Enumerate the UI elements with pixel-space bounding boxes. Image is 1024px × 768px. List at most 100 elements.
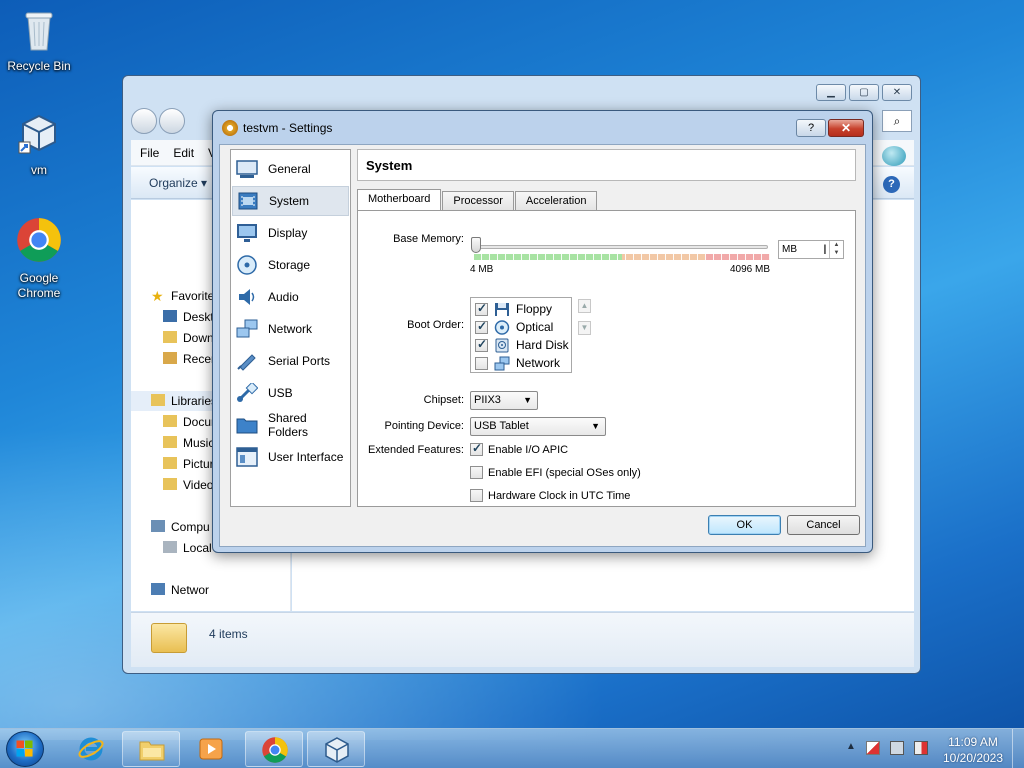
computer-icon <box>151 520 165 532</box>
videos-icon <box>163 478 177 490</box>
desktop-icon-chrome[interactable]: Google Chrome <box>1 216 77 301</box>
internet-explorer-icon <box>78 737 104 761</box>
chipset-select[interactable]: PIIX3 ▼ <box>470 391 538 410</box>
close-button[interactable]: ✕ <box>882 84 912 101</box>
taskbar-media-player[interactable] <box>182 731 240 767</box>
nav-documents[interactable]: Docur <box>163 412 215 432</box>
nav-local-disk[interactable]: Local <box>163 538 212 558</box>
category-display[interactable]: Display <box>232 218 349 248</box>
nav-computer[interactable]: Compu <box>151 517 210 537</box>
nav-network[interactable]: Networ <box>151 580 209 600</box>
boot-network-checkbox[interactable] <box>475 356 488 370</box>
chevron-down-icon: ▼ <box>591 421 600 431</box>
dialog-body: General System Display Storage Audio Net… <box>219 144 866 547</box>
globe-icon <box>882 146 906 166</box>
boot-item-floppy[interactable]: Floppy <box>475 300 552 318</box>
nav-label: Favorite <box>171 289 215 303</box>
menu-edit[interactable]: Edit <box>173 146 194 160</box>
boot-order-label: Boot Order: <box>407 319 464 331</box>
pointing-device-label: Pointing Device: <box>384 420 465 432</box>
system-icon <box>238 192 258 210</box>
desktop-icon-recycle-bin[interactable]: Recycle Bin <box>1 8 77 73</box>
efi-checkbox[interactable] <box>470 466 483 479</box>
base-memory-slider-handle[interactable] <box>471 237 481 253</box>
feature-io-apic[interactable]: Enable I/O APIC <box>470 441 568 456</box>
star-icon: ★ <box>151 288 164 304</box>
category-system[interactable]: System <box>232 186 349 216</box>
base-memory-input[interactable]: MB ▲ ▼ <box>778 240 844 259</box>
chevron-down-icon: ▼ <box>523 395 532 405</box>
extended-features-label: Extended Features: <box>367 444 464 456</box>
taskbar-internet-explorer[interactable] <box>62 731 120 767</box>
boot-item-optical[interactable]: Optical <box>475 318 553 336</box>
ok-button[interactable]: OK <box>708 515 781 535</box>
action-center-flag-icon[interactable] <box>866 741 880 755</box>
io-apic-checkbox[interactable] <box>470 441 483 456</box>
boot-hard-disk-checkbox[interactable] <box>475 337 488 352</box>
nav-music[interactable]: Music <box>163 433 214 453</box>
show-hidden-icons-icon[interactable]: ▲ <box>846 741 856 755</box>
boot-move-up-button[interactable]: ▲ <box>578 299 591 313</box>
chipset-label: Chipset: <box>423 394 464 406</box>
base-memory-slider[interactable] <box>472 245 768 249</box>
feature-efi[interactable]: Enable EFI (special OSes only) <box>470 466 641 479</box>
close-button[interactable]: ✕ <box>828 119 864 137</box>
help-icon[interactable]: ? <box>883 176 900 193</box>
tab-processor[interactable]: Processor <box>442 191 514 211</box>
taskbar-chrome[interactable] <box>245 731 303 767</box>
boot-item-hard-disk[interactable]: Hard Disk <box>475 336 569 354</box>
taskbar-clock[interactable]: 11:09 AM 10/20/2023 <box>935 734 1011 766</box>
category-usb[interactable]: USB <box>232 378 349 408</box>
taskbar-virtualbox[interactable] <box>307 731 365 767</box>
nav-label: Down <box>183 331 214 345</box>
boot-floppy-checkbox[interactable] <box>475 301 488 316</box>
nav-favorites[interactable]: ★ Favorite <box>151 286 214 306</box>
memory-scale-ticks <box>474 254 770 260</box>
forward-button[interactable] <box>159 108 185 134</box>
maximize-button[interactable]: ▢ <box>849 84 879 101</box>
utc-clock-checkbox[interactable] <box>470 489 483 502</box>
tab-acceleration[interactable]: Acceleration <box>514 191 598 211</box>
menu-file[interactable]: File <box>140 146 159 160</box>
category-shared-folders[interactable]: Shared Folders <box>232 410 349 440</box>
memory-spin-arrows[interactable]: ▲ ▼ <box>829 241 843 258</box>
desktop-icon-label: Recycle Bin <box>7 59 71 73</box>
category-label: User Interface <box>268 450 344 464</box>
recycle-bin-icon <box>25 12 53 51</box>
media-player-icon <box>199 738 223 760</box>
nav-recent[interactable]: Recen <box>163 349 218 369</box>
category-storage[interactable]: Storage <box>232 250 349 280</box>
nav-videos[interactable]: Video <box>163 475 213 495</box>
boot-optical-checkbox[interactable] <box>475 319 488 334</box>
feature-utc-clock[interactable]: Hardware Clock in UTC Time <box>470 489 630 502</box>
pointing-device-select[interactable]: USB Tablet ▼ <box>470 417 606 436</box>
slider-max-label: 4096 MB <box>730 264 771 275</box>
category-audio[interactable]: Audio <box>232 282 349 312</box>
network-status-icon[interactable] <box>890 741 904 755</box>
category-user-interface[interactable]: User Interface <box>232 442 349 472</box>
category-network[interactable]: Network <box>232 314 349 344</box>
organize-button[interactable]: Organize ▾ <box>149 176 207 190</box>
start-button[interactable] <box>6 731 44 767</box>
boot-move-down-button[interactable]: ▼ <box>578 321 591 335</box>
boot-item-network[interactable]: Network <box>475 354 560 372</box>
back-button[interactable] <box>131 108 157 134</box>
desktop-icon-vm[interactable]: vm <box>1 112 77 177</box>
category-general[interactable]: General <box>232 154 349 184</box>
taskbar-explorer[interactable] <box>122 731 180 767</box>
show-desktop-button[interactable] <box>1012 729 1024 768</box>
tab-motherboard[interactable]: Motherboard <box>357 189 442 211</box>
search-icon[interactable]: ⌕ <box>882 110 912 132</box>
settings-dialog: testvm - Settings ? ✕ General System Dis… <box>212 110 873 553</box>
folder-icon <box>139 741 165 761</box>
help-button[interactable]: ? <box>796 119 826 137</box>
cancel-button[interactable]: Cancel <box>787 515 860 535</box>
nav-label: Libraries <box>171 394 218 408</box>
volume-muted-icon[interactable] <box>914 741 928 755</box>
nav-pictures[interactable]: Pictur <box>163 454 214 474</box>
category-label: Storage <box>268 258 311 272</box>
minimize-button[interactable]: ▁ <box>816 84 846 101</box>
nav-downloads[interactable]: Down <box>163 328 214 348</box>
pictures-icon <box>163 457 177 469</box>
category-serial-ports[interactable]: Serial Ports <box>232 346 349 376</box>
